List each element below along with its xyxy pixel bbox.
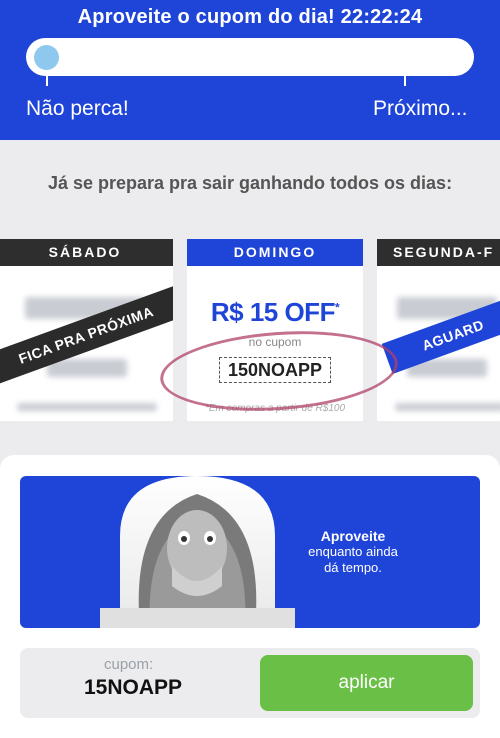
day-card-title: SEGUNDA-F [377, 239, 500, 266]
day-card-sunday[interactable]: DOMINGO R$ 15 OFF* no cupom 150NOAPP *Em… [187, 239, 363, 421]
progress-tick-start [46, 74, 48, 86]
day-card-monday[interactable]: SEGUNDA-F AGUARD [377, 239, 500, 421]
coupon-caption: cupom: [104, 656, 154, 673]
apply-coupon-button[interactable]: aplicar [260, 655, 473, 711]
blurred-footnote [17, 403, 157, 411]
banner-line-2: enquanto ainda [308, 544, 398, 559]
section-subtitle: Já se prepara pra sair ganhando todos os… [47, 173, 453, 193]
day-card-title: DOMINGO [187, 239, 363, 266]
offer-caption: no cupom [248, 335, 302, 349]
blurred-footnote [395, 403, 500, 411]
progress-bar [26, 38, 474, 76]
countdown-timer: 22:22:24 [340, 6, 423, 28]
promo-banner: Aproveite enquanto ainda dá tempo. [20, 476, 480, 628]
header-title: Aproveite o cupom do dia! 22:22:24 [0, 6, 500, 29]
coupon-code-box[interactable]: 150NOAPP [219, 357, 331, 383]
progress-label-next: Próximo... [373, 97, 468, 120]
offer-text: R$ 15 OFF [210, 297, 336, 327]
progress-knob [34, 45, 59, 70]
banner-line-3: dá tempo. [324, 560, 382, 575]
banner-message: Aproveite enquanto ainda dá tempo. [298, 528, 408, 576]
coupon-apply-bar: cupom: 15NOAPP aplicar [20, 648, 480, 718]
offer-asterisk: * [334, 300, 340, 315]
banner-line-1: Aproveite [320, 528, 386, 544]
offer-amount: R$ 15 OFF* [187, 297, 363, 328]
day-card-saturday[interactable]: SÁBADO FICA PRA PRÓXIMA [0, 239, 173, 421]
day-card-title: SÁBADO [0, 239, 173, 266]
daily-coupon-header: Aproveite o cupom do dia! 22:22:24 Não p… [0, 0, 500, 140]
header-title-text: Aproveite o cupom do dia! [77, 6, 335, 28]
surprised-woman-photo [100, 476, 295, 628]
coupon-panel: Aproveite enquanto ainda dá tempo. cupom… [0, 455, 500, 738]
progress-label-start: Não perca! [26, 97, 129, 120]
progress-tick-next [404, 74, 406, 86]
coupon-page: Aproveite o cupom do dia! 22:22:24 Não p… [0, 0, 500, 738]
offer-footnote: *Em compras a partir de R$100 [204, 403, 346, 414]
coupon-code[interactable]: 15NOAPP [84, 676, 182, 700]
day-cards-carousel[interactable]: SÁBADO FICA PRA PRÓXIMA DOMINGO R$ 15 OF… [0, 239, 500, 421]
